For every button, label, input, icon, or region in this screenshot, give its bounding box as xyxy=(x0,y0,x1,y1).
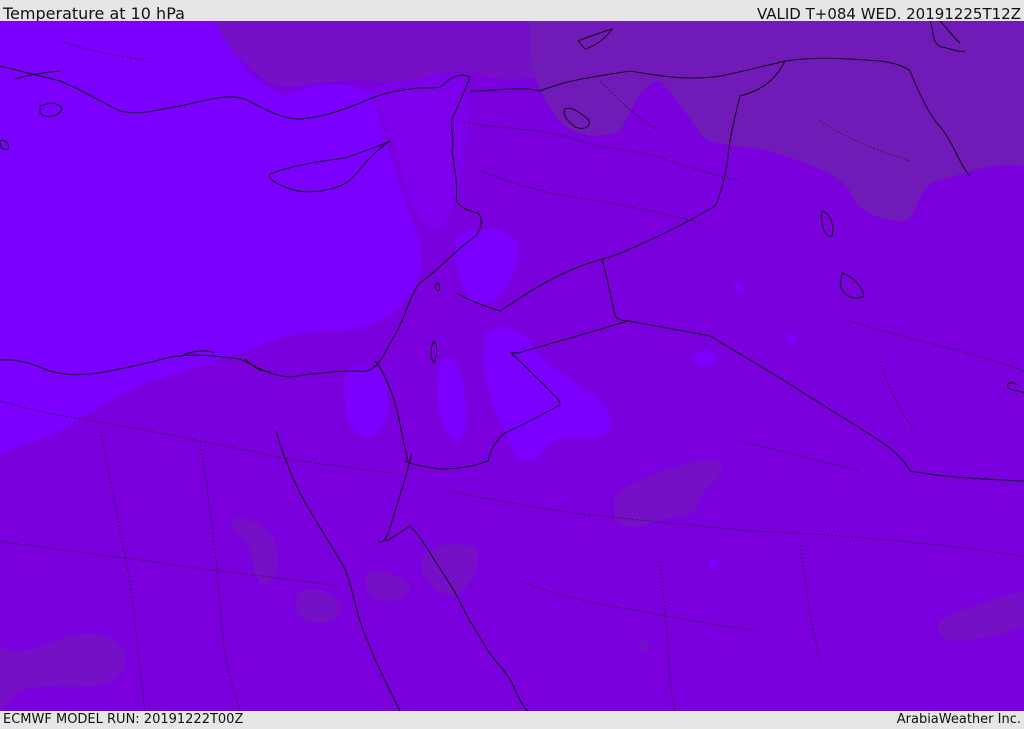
credit: ArabiaWeather Inc. xyxy=(896,712,1021,727)
cold-region-sinai-coast xyxy=(345,365,389,437)
map-canvas xyxy=(0,21,1024,711)
warm-region-turkey xyxy=(215,21,545,87)
cold-region-iraq-spot xyxy=(694,349,716,367)
footer-bar: ECMWF MODEL RUN: 20191222T00Z ArabiaWeat… xyxy=(0,711,1024,729)
weather-map[interactable] xyxy=(0,21,1024,711)
header-bar: Temperature at 10 hPa VALID T+084 WED. 2… xyxy=(0,0,1024,23)
model-run: ECMWF MODEL RUN: 20191222T00Z xyxy=(3,712,244,727)
